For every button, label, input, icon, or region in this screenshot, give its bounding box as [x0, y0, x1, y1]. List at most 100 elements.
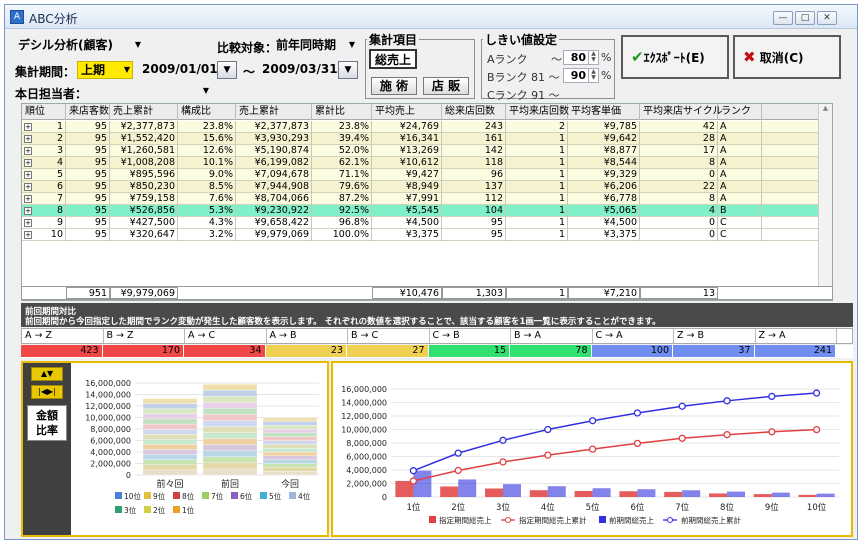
bar [637, 489, 656, 497]
table-row[interactable]: +9 95 ¥427,500 4.3% ¥9,658,422 96.8% ¥4,500 95 1… [22, 217, 832, 229]
table-cell: A [718, 157, 762, 169]
table-cell: ¥7,944,908 [236, 181, 312, 193]
table-row[interactable]: +1 95 ¥2,377,873 23.8% ¥2,377,873 23.8% ¥24,76… [22, 121, 832, 133]
close-button[interactable]: ✕ [817, 11, 837, 25]
spin-arrows-icon[interactable]: ▲ ▼ [588, 69, 598, 82]
x-tick-label: 前回 [221, 478, 239, 490]
bar-segment [202, 383, 258, 391]
legend-label: 3位 [124, 505, 137, 515]
line-point [409, 467, 418, 475]
table-cell: ¥9,979,069 [236, 229, 312, 241]
table-row[interactable]: +2 95 ¥1,552,420 15.6% ¥3,930,293 39.4% ¥16,34… [22, 133, 832, 145]
table-row[interactable]: +5 95 ¥895,596 9.0% ¥7,094,678 71.1% ¥9,427 96 1… [22, 169, 832, 181]
bar-segment [142, 454, 198, 460]
amount-ratio-toggle[interactable]: 金額 比率 [27, 405, 67, 441]
bar-segment [202, 396, 258, 403]
total-sales-button[interactable]: 総売上 [369, 49, 417, 69]
transition-value[interactable]: 23 [265, 345, 347, 357]
grid-header-cell[interactable]: 累計比 [312, 104, 372, 120]
grid-header-cell[interactable]: 総来店回数 [442, 104, 506, 120]
bar [816, 493, 835, 497]
line-point [812, 389, 821, 397]
table-row[interactable]: +7 95 ¥759,158 7.6% ¥8,704,066 87.2% ¥7,991 112… [22, 193, 832, 205]
x-tick-label: 3位 [496, 502, 510, 513]
transition-value[interactable]: 15 [428, 345, 510, 357]
grid-header-cell[interactable]: 平均来店回数 [506, 104, 569, 120]
rank-a-label: Aランク [487, 53, 528, 66]
grid-header-cell[interactable]: 順位 [22, 104, 66, 120]
table-cell: 71.1% [312, 169, 372, 181]
rank-b-spinner[interactable]: 90 ▲ ▼ [563, 68, 599, 83]
date-to-field[interactable]: 2009/03/31 [259, 61, 338, 79]
period-select[interactable]: 上期 ▼ [77, 61, 133, 79]
rank-a-spinner[interactable]: 80 ▲ ▼ [563, 50, 599, 65]
grid-header-cell[interactable]: 平均客単価 [568, 104, 640, 120]
spin-arrows-icon[interactable]: ▲ ▼ [588, 51, 598, 64]
grid-header-cell[interactable]: 構成比 [178, 104, 236, 120]
transition-values: 423 170 34 23 27 15 78 100 37 241 [21, 345, 853, 358]
compare-select[interactable]: 前年同時期 ▼ [273, 37, 357, 55]
date-to-picker-icon[interactable]: ▼ [338, 61, 358, 79]
cancel-button[interactable]: ✖ 取消(C) [733, 35, 841, 79]
grid-header-cell[interactable]: ランク [718, 104, 762, 120]
y-tick-label: 6,000,000 [346, 453, 387, 462]
grid-header-cell[interactable]: 来店客数 [66, 104, 110, 120]
bar-segment [202, 444, 258, 451]
grid-header-cell[interactable]: 売上累計 [236, 104, 312, 120]
x-tick-label: 6位 [630, 502, 644, 513]
table-row[interactable]: +3 95 ¥1,260,581 12.6% ¥5,190,874 52.0% ¥13,26… [22, 145, 832, 157]
staff-select[interactable]: ▼ [93, 83, 211, 101]
transition-value[interactable]: 241 [754, 345, 836, 357]
grid-scrollbar[interactable]: ▲ [818, 104, 832, 300]
chart-side-toolbar: ▲▼ |◀▶| 金額 比率 [23, 363, 71, 535]
date-from-picker-icon[interactable]: ▼ [217, 61, 237, 79]
line-point [544, 451, 552, 459]
bar-segment [142, 469, 198, 476]
store-button[interactable]: 店 販 [423, 77, 469, 95]
grid-header-cell[interactable]: 売上累計 [110, 104, 178, 120]
table-cell: ¥8,877 [568, 145, 640, 157]
transition-value[interactable]: 78 [510, 345, 592, 357]
bar-segment [202, 408, 258, 415]
transition-value[interactable]: 27 [347, 345, 429, 357]
toggle-arrows-button[interactable]: ▲▼ [31, 367, 63, 381]
analysis-type-select[interactable]: デシル分析(顧客) ▼ [15, 37, 143, 55]
transition-value[interactable]: 100 [591, 345, 673, 357]
staff-label: 本日担当者： [15, 87, 88, 101]
y-tick-label: 16,000,000 [341, 385, 387, 394]
transition-value[interactable]: 37 [673, 345, 755, 357]
export-label: ｴｸｽﾎﾟｰﾄ(E) [643, 51, 705, 65]
period-value: 上期 [81, 63, 106, 77]
minimize-button[interactable]: — [773, 11, 793, 25]
table-row[interactable]: +6 95 ¥850,230 8.5% ¥7,944,908 79.6% ¥8,949 137… [22, 181, 832, 193]
bar-segment [202, 462, 258, 470]
bar [682, 490, 701, 497]
maximize-button[interactable]: □ [795, 11, 815, 25]
scroll-up-icon[interactable]: ▲ [819, 104, 832, 112]
table-cell: 95 [442, 217, 506, 229]
table-row[interactable]: +10 95 ¥320,647 3.2% ¥9,979,069 100.0% ¥3,375 9… [22, 229, 832, 241]
table-cell: ¥5,190,874 [236, 145, 312, 157]
table-cell: ¥4,500 [372, 217, 442, 229]
export-button[interactable]: ✔ｴｸｽﾎﾟｰﾄ(E) [621, 35, 729, 79]
transition-value[interactable]: 170 [102, 345, 184, 357]
transition-value[interactable]: 423 [21, 345, 103, 357]
table-row[interactable]: +8 95 ¥526,856 5.3% ¥9,230,922 92.5% ¥5,545 104… [22, 205, 832, 217]
transition-value[interactable]: 34 [184, 345, 266, 357]
legend-swatch [429, 516, 436, 523]
grid-header-cell[interactable]: 平均売上 [372, 104, 442, 120]
facility-button[interactable]: 施 術 [371, 77, 417, 95]
y-tick-label: 0 [126, 471, 131, 480]
table-row[interactable]: +4 95 ¥1,008,208 10.1% ¥6,199,082 62.1% ¥10,61… [22, 157, 832, 169]
date-from-field[interactable]: 2009/01/01 [139, 61, 218, 79]
y-tick-label: 12,000,000 [85, 402, 131, 411]
legend-swatch [115, 492, 122, 499]
bar [709, 493, 727, 497]
range-arrows-button[interactable]: |◀▶| [31, 385, 63, 399]
grid-header-cell[interactable]: 平均来店サイクル [640, 104, 723, 120]
line-point [723, 431, 731, 439]
table-cell: 10.1% [178, 157, 236, 169]
table-cell: ¥3,375 [372, 229, 442, 241]
bar-segment [142, 413, 198, 420]
table-cell: 1 [506, 217, 568, 229]
